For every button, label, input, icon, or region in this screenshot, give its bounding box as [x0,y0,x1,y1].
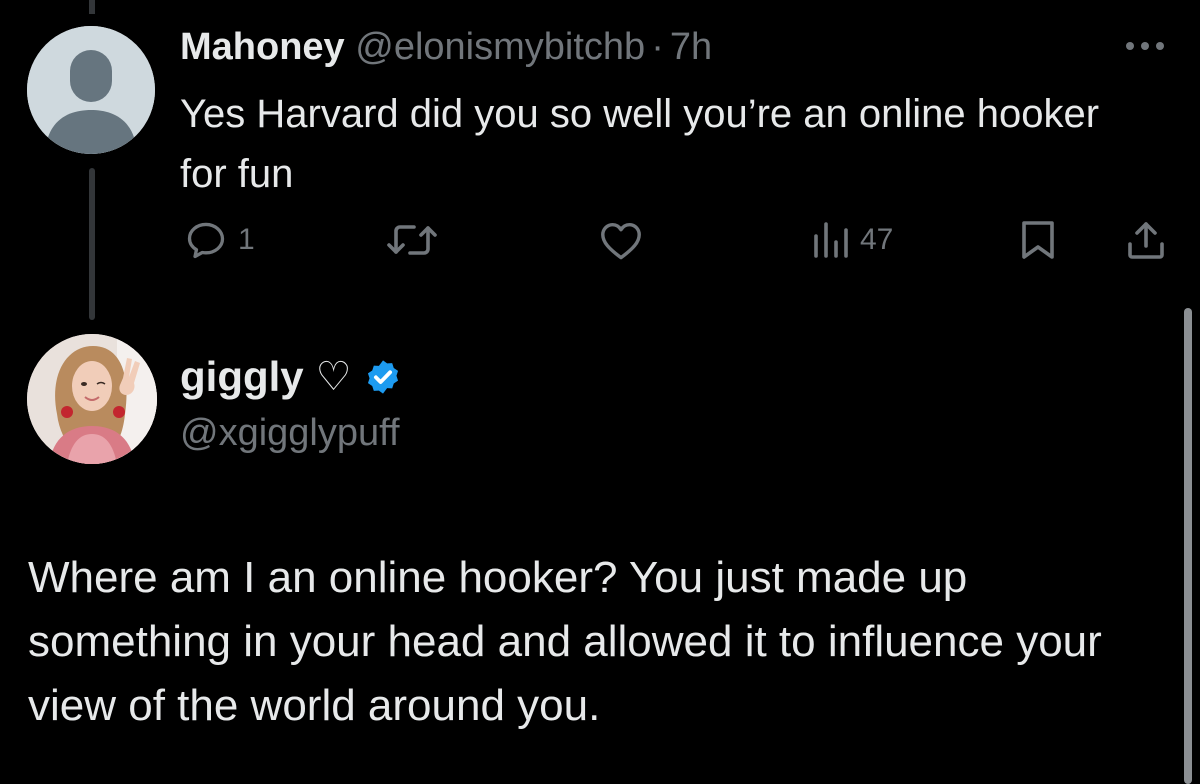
main-author-name[interactable]: giggly [180,352,304,402]
main-tweet-text: Where am I an online hooker? You just ma… [28,553,1102,730]
reply-header: Mahoney @elonismybitchb · 7h [180,24,712,70]
reply-timestamp[interactable]: 7h [670,26,712,68]
more-dots-icon[interactable] [1126,36,1170,56]
main-author-handle[interactable]: @xgigglypuff [180,410,400,456]
retweet-button[interactable] [386,218,438,262]
views-count: 47 [860,223,894,256]
bookmark-button[interactable] [1018,218,1058,262]
retweet-icon [387,225,437,255]
default-avatar-icon [27,26,155,154]
like-button[interactable] [598,218,644,262]
profile-photo [27,334,157,464]
main-avatar[interactable] [27,334,157,464]
share-button[interactable] [1124,218,1168,262]
reply-count: 1 [238,223,255,256]
scrollbar[interactable] [1184,308,1192,784]
views-chart-icon [814,222,848,258]
views-button[interactable]: 47 [810,218,893,262]
thread-line [89,168,95,320]
name-heart-symbol: ♡ [315,355,352,399]
share-icon [1128,222,1164,259]
reply-separator: · [651,26,664,68]
reply-button[interactable]: 1 [184,218,255,262]
thread-line-top [89,0,95,14]
verified-badge-icon[interactable] [364,358,402,396]
comment-icon [187,222,225,259]
heart-icon [601,222,641,260]
reply-author-handle[interactable]: @elonismybitchb [355,26,645,68]
main-author-name-row[interactable]: giggly ♡ [180,352,402,402]
bookmark-icon [1022,221,1054,259]
reply-avatar[interactable] [27,26,155,154]
reply-author-name[interactable]: Mahoney [180,26,345,68]
reply-tweet-text: Yes Harvard did you so well you’re an on… [180,92,1100,196]
